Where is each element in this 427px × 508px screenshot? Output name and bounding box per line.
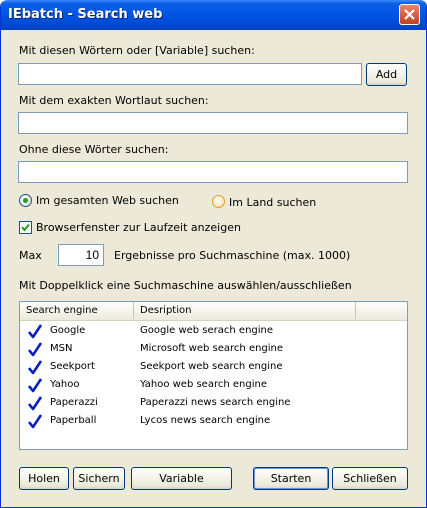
search-engine-list[interactable]: Search engine Desription Google Google we… [19, 301, 408, 450]
exact-phrase-label: Mit dem exakten Wortlaut suchen: [19, 94, 209, 107]
check-icon [27, 324, 43, 342]
radio-selected-dot [23, 198, 28, 203]
radio-country[interactable] [212, 195, 225, 208]
engine-name: Yahoo [50, 379, 80, 390]
column-header-empty [356, 302, 407, 319]
list-item[interactable]: MSN Microsoft web search engine [20, 341, 407, 359]
column-header-search-engine[interactable]: Search engine [20, 302, 134, 319]
search-web-dialog: IEbatch - Search web Mit diesen Wörtern … [0, 0, 427, 508]
radio-whole-web-label[interactable]: Im gesamten Web suchen [36, 194, 179, 207]
engine-description: Lycos news search engine [140, 415, 271, 426]
list-item[interactable]: Google Google web serach engine [20, 323, 407, 341]
list-item[interactable]: Paperball Lycos news search engine [20, 413, 407, 431]
exclude-words-input[interactable] [18, 161, 408, 183]
engine-description: Google web serach engine [140, 325, 274, 336]
close-window-button[interactable] [399, 4, 420, 25]
check-icon [27, 360, 43, 378]
start-button[interactable]: Starten [253, 467, 329, 490]
engines-hint-label: Mit Doppelklick eine Suchmaschine auswäh… [19, 279, 352, 292]
radio-whole-web[interactable] [19, 194, 32, 207]
list-item[interactable]: Paperazzi Paperazzi news search engine [20, 395, 407, 413]
column-header-description[interactable]: Desription [134, 302, 356, 319]
max-label: Max [19, 249, 42, 262]
engine-name: Paperazzi [50, 397, 98, 408]
check-icon [27, 396, 43, 414]
max-results-suffix: Ergebnisse pro Suchmaschine (max. 1000) [114, 249, 351, 262]
max-results-input[interactable] [58, 244, 104, 266]
exclude-words-label: Ohne diese Wörter suchen: [19, 143, 169, 156]
show-browser-checkbox[interactable] [19, 221, 32, 234]
check-icon [27, 342, 43, 360]
close-button[interactable]: Schließen [332, 467, 408, 490]
add-button[interactable]: Add [366, 63, 407, 86]
list-item[interactable]: Yahoo Yahoo web search engine [20, 377, 407, 395]
search-words-input[interactable] [18, 63, 362, 85]
radio-country-label[interactable]: Im Land suchen [229, 196, 316, 209]
title-bar[interactable]: IEbatch - Search web [1, 0, 426, 30]
engine-description: Seekport web search engine [140, 361, 283, 372]
list-header: Search engine Desription [20, 302, 407, 321]
load-button[interactable]: Holen [19, 467, 69, 490]
engine-description: Yahoo web search engine [140, 379, 267, 390]
engine-description: Microsoft web search engine [140, 343, 284, 354]
save-button[interactable]: Sichern [73, 467, 125, 490]
search-words-label: Mit diesen Wörtern oder [Variable] suche… [19, 44, 255, 57]
exact-phrase-input[interactable] [18, 112, 408, 134]
check-icon [27, 378, 43, 396]
variable-button[interactable]: Variable [131, 467, 232, 490]
show-browser-label[interactable]: Browserfenster zur Laufzeit anzeigen [36, 221, 241, 234]
engine-name: Paperball [50, 415, 97, 426]
check-icon [27, 414, 43, 432]
engine-name: Google [50, 325, 86, 336]
engine-name: MSN [50, 343, 73, 354]
engine-name: Seekport [50, 361, 95, 372]
list-item[interactable]: Seekport Seekport web search engine [20, 359, 407, 377]
window-title: IEbatch - Search web [8, 7, 163, 22]
engine-description: Paperazzi news search engine [140, 397, 291, 408]
